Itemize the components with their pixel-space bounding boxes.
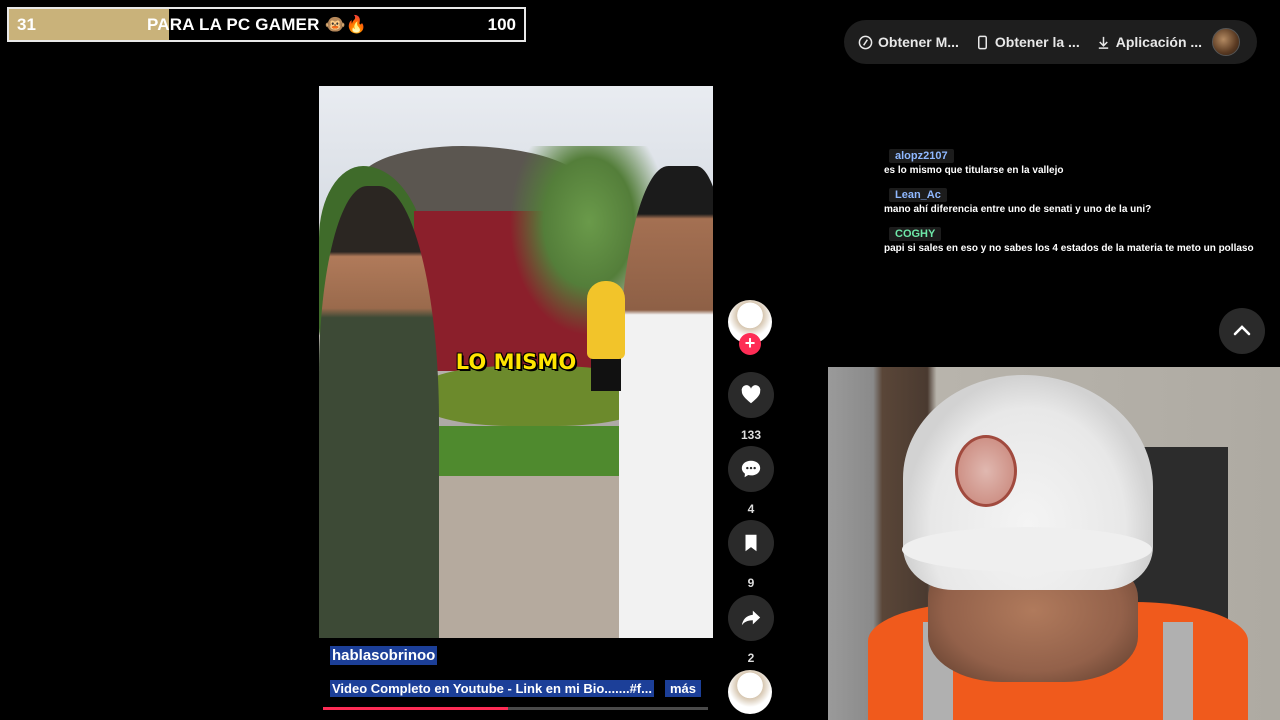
- app-download-label: Aplicación ...: [1115, 34, 1203, 50]
- save-action: 9: [728, 520, 774, 590]
- save-button[interactable]: [728, 520, 774, 566]
- previous-video-button[interactable]: [1219, 308, 1265, 354]
- top-action-bar: Obtener M... Obtener la ... Aplicación .…: [844, 20, 1257, 64]
- video-progress-fill: [323, 707, 508, 710]
- pc-icon: [858, 35, 873, 49]
- chat-message: COGHY papi si sales en eso y no sabes lo…: [884, 224, 1264, 254]
- share-action: 2: [728, 595, 774, 665]
- comment-count: 4: [747, 502, 755, 516]
- goal-title: PARA LA PC GAMER 🐵🔥: [147, 15, 368, 34]
- hard-hat-logo: [955, 435, 1017, 507]
- video-description: Video Completo en Youtube - Link en mi B…: [330, 680, 654, 697]
- more-button[interactable]: más: [665, 680, 702, 697]
- webcam-feed: [828, 367, 1280, 720]
- goal-bar: 31 PARA LA PC GAMER 🐵🔥 100: [7, 7, 526, 42]
- like-action: 133: [728, 372, 774, 442]
- chat-username: alopz2107: [889, 149, 954, 163]
- goal-target: 100: [487, 15, 516, 34]
- sound-avatar[interactable]: [728, 670, 772, 714]
- share-count: 2: [747, 651, 755, 665]
- get-pc-app-button[interactable]: Obtener M...: [858, 34, 959, 50]
- get-mobile-app-label: Obtener la ...: [994, 34, 1080, 50]
- goal-current: 31: [17, 15, 36, 34]
- get-mobile-app-button[interactable]: Obtener la ...: [975, 34, 1080, 50]
- chat-text: mano ahí diferencia entre uno de senati …: [884, 204, 1152, 215]
- share-button[interactable]: [728, 595, 774, 641]
- chevron-up-icon: [1233, 325, 1251, 336]
- chat-message: alopz2107 es lo mismo que titularse en l…: [884, 146, 1264, 176]
- chat-message: Lean_Ac mano ahí diferencia entre uno de…: [884, 185, 1264, 215]
- chat-text: papi si sales en eso y no sabes los 4 es…: [884, 243, 1254, 254]
- heart-icon: [741, 385, 761, 404]
- comment-action: 4: [728, 446, 774, 516]
- chat-username: Lean_Ac: [889, 188, 947, 202]
- like-button[interactable]: [728, 372, 774, 418]
- comment-icon: [741, 460, 761, 478]
- chat-text: es lo mismo que titularse en la vallejo: [884, 165, 1064, 176]
- app-download-button[interactable]: Aplicación ...: [1096, 34, 1202, 50]
- video-progress-bar[interactable]: [323, 707, 708, 710]
- chat-overlay: alopz2107 es lo mismo que titularse en l…: [884, 146, 1264, 263]
- video-player[interactable]: LO MISMO: [319, 86, 713, 638]
- share-icon: [741, 610, 761, 626]
- save-count: 9: [747, 576, 755, 590]
- comment-button[interactable]: [728, 446, 774, 492]
- video-username[interactable]: hablasobrinoo: [330, 646, 438, 665]
- bookmark-icon: [745, 534, 757, 552]
- chat-username: COGHY: [889, 227, 942, 241]
- microphone: [587, 281, 625, 359]
- follow-button[interactable]: +: [739, 333, 761, 355]
- download-icon: [1098, 36, 1108, 49]
- get-pc-app-label: Obtener M...: [878, 34, 959, 50]
- like-count: 133: [740, 428, 762, 442]
- profile-avatar[interactable]: [1212, 28, 1240, 56]
- phone-icon: [977, 35, 987, 49]
- video-caption: LO MISMO: [455, 350, 577, 374]
